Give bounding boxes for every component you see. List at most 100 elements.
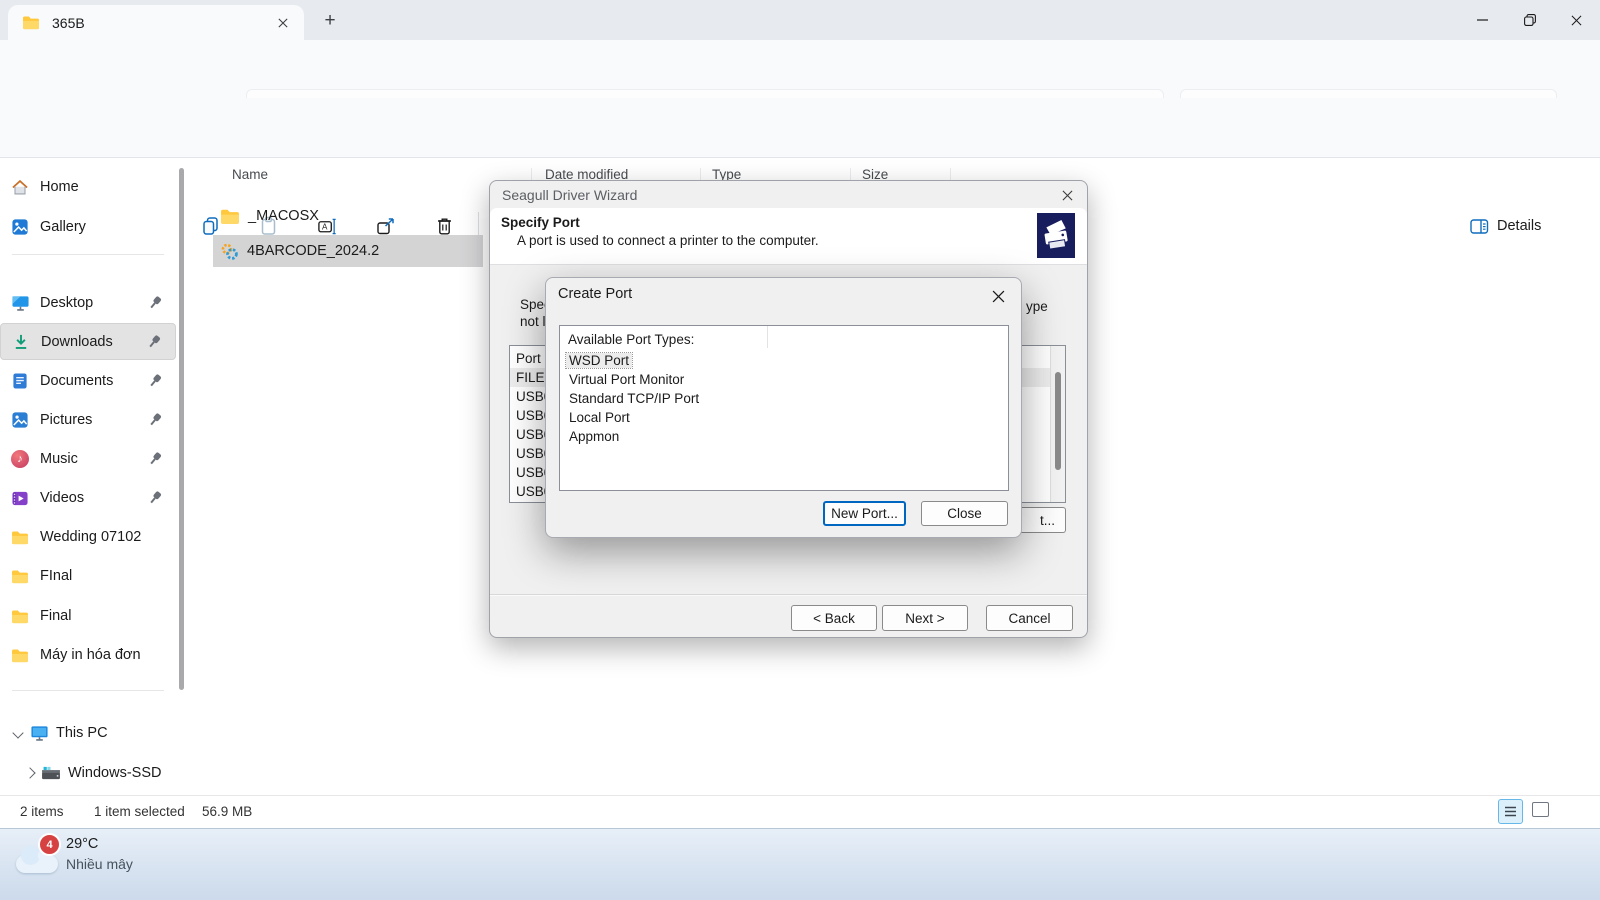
wizard-title: Seagull Driver Wizard bbox=[502, 187, 638, 203]
sidebar-item-final1[interactable]: FInal bbox=[0, 559, 176, 593]
sidebar-item-label: Documents bbox=[40, 373, 114, 389]
this-pc-icon bbox=[22, 724, 56, 742]
port-type-option-selected[interactable]: WSD Port bbox=[560, 351, 1008, 370]
sidebar-item-pictures[interactable]: Pictures bbox=[0, 403, 176, 437]
folder-icon bbox=[0, 569, 40, 584]
create-port-close-icon[interactable] bbox=[987, 286, 1009, 306]
file-name: _MACOSX bbox=[248, 208, 319, 224]
folder-icon bbox=[220, 208, 240, 225]
port-type-option[interactable]: Virtual Port Monitor bbox=[560, 370, 1008, 389]
new-port-button-label: New Port... bbox=[831, 506, 898, 521]
tab-title: 365B bbox=[52, 14, 85, 31]
folder-icon bbox=[0, 609, 40, 624]
sidebar-item-label: Final bbox=[40, 608, 72, 624]
port-type-option[interactable]: Standard TCP/IP Port bbox=[560, 389, 1008, 408]
tab-close-icon[interactable] bbox=[272, 12, 294, 34]
folder-icon bbox=[23, 16, 39, 30]
tab-365b[interactable]: 365B bbox=[8, 5, 304, 40]
wizard-instruction-fragment: ype bbox=[1026, 299, 1048, 314]
desktop-icon bbox=[0, 294, 40, 312]
cancel-button[interactable]: Cancel bbox=[986, 605, 1073, 631]
items-count: 2 items bbox=[20, 804, 64, 819]
sidebar-item-label: Pictures bbox=[40, 412, 93, 428]
sidebar-item-label: Videos bbox=[40, 490, 85, 506]
port-type-option[interactable]: Appmon bbox=[560, 427, 1008, 446]
sidebar-item-label: Music bbox=[40, 451, 78, 467]
port-types-list[interactable]: Available Port Types: WSD Port Virtual P… bbox=[559, 325, 1009, 491]
sidebar-item-label: Windows-SSD bbox=[68, 765, 162, 781]
sidebar-item-downloads[interactable]: Downloads bbox=[0, 323, 176, 360]
port-list-scrollbar[interactable] bbox=[1050, 346, 1065, 502]
sidebar-item-home[interactable]: Home bbox=[0, 170, 176, 204]
cancel-button-label: Cancel bbox=[1008, 610, 1051, 626]
wizard-header: Specify Port A port is used to connect a… bbox=[490, 208, 1087, 265]
pin-icon bbox=[145, 371, 165, 391]
selection-count: 1 item selected bbox=[94, 804, 185, 819]
maximize-button[interactable] bbox=[1506, 0, 1553, 40]
details-view-toggle[interactable] bbox=[1498, 799, 1523, 824]
home-icon bbox=[0, 179, 40, 196]
file-row-4barcode-selected[interactable]: 4BARCODE_2024.2 bbox=[213, 235, 483, 267]
sidebar-item-music[interactable]: ♪ Music bbox=[0, 442, 176, 476]
navigation-bar: Downloads 365B bbox=[0, 40, 1600, 129]
sidebar-item-this-pc[interactable]: This PC bbox=[0, 716, 176, 750]
downloads-icon bbox=[1, 333, 41, 351]
sidebar-item-gallery[interactable]: Gallery bbox=[0, 210, 176, 244]
sidebar-item-label: Máy in hóa đơn bbox=[40, 647, 141, 663]
sidebar-item-label: FInal bbox=[40, 568, 73, 584]
wizard-footer-divider bbox=[490, 594, 1087, 596]
command-toolbar: New A Sort View … Details bbox=[0, 98, 1600, 240]
music-icon: ♪ bbox=[0, 450, 40, 468]
selection-size: 56.9 MB bbox=[202, 804, 253, 819]
pin-icon bbox=[144, 332, 164, 352]
pin-icon bbox=[145, 293, 165, 313]
close-button[interactable]: Close bbox=[921, 501, 1008, 526]
sidebar-item-label: Gallery bbox=[40, 219, 86, 235]
videos-icon bbox=[0, 490, 40, 507]
list-view-icon bbox=[1505, 806, 1516, 817]
pin-icon bbox=[145, 449, 165, 469]
taskbar: 4 29°C Nhiều mây Ae Ai Ps Pr T bbox=[0, 828, 1600, 900]
column-header-name[interactable]: Name bbox=[232, 167, 268, 182]
sidebar-item-label: Wedding 07102 bbox=[40, 529, 142, 545]
sidebar-item-final2[interactable]: Final bbox=[0, 599, 176, 633]
sidebar-scrollbar[interactable] bbox=[179, 168, 184, 690]
minimize-button[interactable] bbox=[1459, 0, 1506, 40]
weather-widget[interactable]: 4 29°C Nhiều mây bbox=[14, 829, 214, 900]
wizard-close-icon[interactable] bbox=[1057, 186, 1077, 204]
notification-badge: 4 bbox=[38, 833, 61, 856]
weather-condition: Nhiều mây bbox=[66, 856, 133, 872]
pin-icon bbox=[145, 410, 165, 430]
sidebar-item-documents[interactable]: Documents bbox=[0, 364, 176, 398]
sidebar-item-wedding[interactable]: Wedding 07102 bbox=[0, 520, 176, 554]
sidebar-item-windows-ssd[interactable]: Windows-SSD bbox=[0, 756, 176, 790]
port-type-option[interactable]: Local Port bbox=[560, 408, 1008, 427]
new-tab-button[interactable]: + bbox=[318, 9, 342, 33]
file-row-macosx[interactable]: _MACOSX bbox=[213, 200, 483, 232]
create-port-dialog: Create Port Available Port Types: WSD Po… bbox=[545, 277, 1022, 538]
sidebar-divider bbox=[12, 690, 164, 691]
weather-temp: 29°C bbox=[66, 836, 99, 852]
wizard-heading: Specify Port bbox=[501, 215, 580, 230]
close-button-label: Close bbox=[947, 506, 982, 521]
sidebar-item-label: This PC bbox=[56, 725, 108, 741]
scrollbar-thumb[interactable] bbox=[1055, 372, 1061, 470]
sidebar-item-label: Desktop bbox=[40, 295, 94, 311]
window-controls bbox=[1459, 0, 1600, 40]
back-button-label: < Back bbox=[813, 610, 855, 626]
next-button-label: Next > bbox=[905, 610, 945, 626]
sidebar-item-videos[interactable]: Videos bbox=[0, 481, 176, 515]
navigation-pane: Home Gallery Desktop Downloads Documents… bbox=[0, 158, 186, 795]
list-column-divider bbox=[767, 326, 768, 348]
documents-icon bbox=[0, 372, 40, 390]
new-port-button[interactable]: New Port... bbox=[823, 501, 906, 526]
close-button[interactable] bbox=[1553, 0, 1600, 40]
pictures-icon bbox=[0, 411, 40, 429]
back-button[interactable]: < Back bbox=[791, 605, 877, 631]
thumbnail-view-toggle[interactable] bbox=[1532, 802, 1549, 817]
sidebar-item-label: Downloads bbox=[41, 333, 113, 350]
sidebar-item-desktop[interactable]: Desktop bbox=[0, 286, 176, 320]
port-type-label: WSD Port bbox=[564, 352, 634, 369]
sidebar-item-may-in-hoa-don[interactable]: Máy in hóa đơn bbox=[0, 638, 176, 672]
next-button[interactable]: Next > bbox=[882, 605, 968, 631]
